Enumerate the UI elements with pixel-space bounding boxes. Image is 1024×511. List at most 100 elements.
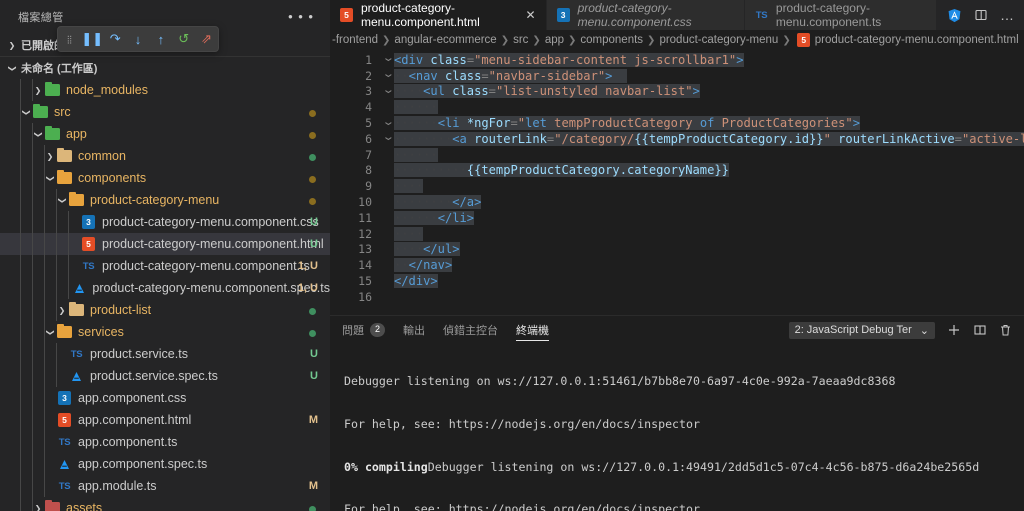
- chevron-down-icon[interactable]: [20, 107, 32, 117]
- indent-guide: [20, 453, 21, 475]
- kill-terminal-icon[interactable]: [999, 323, 1012, 337]
- breadcrumb-item[interactable]: product-category-menu: [659, 34, 778, 46]
- folder-orange-icon: [56, 172, 73, 184]
- more-actions-icon[interactable]: …: [1000, 11, 1014, 19]
- new-terminal-icon[interactable]: [947, 323, 961, 337]
- tree-item[interactable]: 3app.component.css: [0, 387, 330, 409]
- tree-item[interactable]: TSproduct-category-menu.component.ts1, U: [0, 255, 330, 277]
- tree-item[interactable]: 3product-category-menu.component.cssU: [0, 211, 330, 233]
- tree-item-label: product-category-menu.component.ts: [102, 259, 310, 273]
- indent-guide: [32, 167, 33, 189]
- step-into-icon[interactable]: ↓: [127, 27, 150, 51]
- status-dot: [309, 108, 316, 120]
- restart-icon[interactable]: ↺: [172, 27, 195, 51]
- tree-item[interactable]: assets: [0, 497, 330, 511]
- breadcrumb-label: app: [545, 34, 564, 46]
- disconnect-icon[interactable]: ⇗: [195, 27, 218, 51]
- editor-tab-bar[interactable]: 5product-category-menu.component.html✕3p…: [330, 0, 1024, 30]
- tree-item[interactable]: product-category-menu.component.spec.ts1…: [0, 277, 330, 299]
- breadcrumb-item[interactable]: components: [580, 34, 643, 46]
- breadcrumb-item[interactable]: -frontend: [332, 34, 378, 46]
- chevron-right-icon[interactable]: [32, 503, 44, 511]
- split-terminal-icon[interactable]: [973, 323, 987, 337]
- file-tree[interactable]: node_modulessrcappcommoncomponentsproduc…: [0, 79, 330, 511]
- indent-guide: [32, 255, 33, 277]
- tree-item[interactable]: TSapp.module.tsM: [0, 475, 330, 497]
- status-dot: [309, 328, 316, 340]
- step-over-icon[interactable]: ↷: [104, 27, 127, 51]
- tree-item[interactable]: common: [0, 145, 330, 167]
- step-out-icon[interactable]: ↑: [149, 27, 172, 51]
- tree-item-label: app.module.ts: [78, 479, 157, 493]
- fold-icon[interactable]: [382, 87, 394, 96]
- tree-item[interactable]: 5app.component.htmlM: [0, 409, 330, 431]
- indent-guide: [32, 387, 33, 409]
- fold-icon[interactable]: [382, 134, 394, 143]
- tree-item[interactable]: node_modules: [0, 79, 330, 101]
- tree-item[interactable]: components: [0, 167, 330, 189]
- ellipsis-icon[interactable]: • • •: [288, 13, 322, 21]
- code-line: 11······</li>: [330, 210, 1024, 226]
- breadcrumb-item[interactable]: src: [513, 34, 528, 46]
- tree-item-label: common: [78, 149, 126, 163]
- fold-icon[interactable]: [382, 55, 394, 64]
- editor-tab-active[interactable]: 5product-category-menu.component.html✕: [330, 0, 547, 30]
- tree-item[interactable]: src: [0, 101, 330, 123]
- breadcrumb[interactable]: -frontend❯angular-ecommerce❯src❯app❯comp…: [330, 30, 1024, 50]
- chevron-down-icon[interactable]: [32, 129, 44, 139]
- editor-tab[interactable]: 3product-category-menu.component.css: [547, 0, 746, 30]
- indent-guide: [44, 145, 45, 167]
- panel-tab[interactable]: 終端機: [516, 316, 549, 344]
- terminal-line: 0% compilingDebugger listening on ws://1…: [344, 460, 1024, 474]
- chevron-down-icon[interactable]: [56, 195, 68, 205]
- indent-guide: [20, 101, 21, 123]
- tree-item-label: services: [78, 325, 124, 339]
- code-line: 6········<a routerLink="/category/{{temp…: [330, 131, 1024, 147]
- chevron-right-icon[interactable]: [32, 85, 44, 95]
- chevron-right-icon[interactable]: [56, 305, 68, 315]
- debug-toolbar[interactable]: ⣿❚❚↷↓↑↺⇗: [57, 26, 219, 52]
- line-number: 4: [330, 100, 382, 114]
- tree-item[interactable]: app: [0, 123, 330, 145]
- angular-icon[interactable]: [947, 8, 962, 23]
- fold-icon[interactable]: [382, 71, 394, 80]
- spec-file-icon: [56, 458, 73, 471]
- editor-tab[interactable]: TSproduct-category-menu.component.ts: [745, 0, 937, 30]
- folder-icon: [56, 150, 73, 162]
- panel-tab[interactable]: 偵錯主控台: [443, 316, 498, 344]
- workspace-section[interactable]: 未命名 (工作區): [0, 57, 330, 79]
- breadcrumb-item[interactable]: angular-ecommerce: [394, 34, 496, 46]
- panel-tab[interactable]: 輸出: [403, 316, 425, 344]
- split-editor-icon[interactable]: [974, 8, 988, 22]
- indent-guide: [32, 475, 33, 497]
- panel-tab[interactable]: 問題2: [342, 316, 385, 344]
- code-editor[interactable]: 1<div class="menu-sidebar-content js-scr…: [330, 50, 1024, 315]
- tree-item-label: app.component.css: [78, 391, 186, 405]
- typescript-file-icon: TS: [68, 349, 85, 360]
- drag-handle-icon[interactable]: ⣿: [58, 27, 81, 51]
- tree-item[interactable]: TSproduct.service.tsU: [0, 343, 330, 365]
- tree-item[interactable]: services: [0, 321, 330, 343]
- tree-item[interactable]: TSapp.component.ts: [0, 431, 330, 453]
- chevron-down-icon[interactable]: [44, 173, 56, 183]
- status-dot: [309, 130, 316, 142]
- breadcrumb-item[interactable]: 5product-category-menu.component.html: [795, 33, 1019, 47]
- chevron-down-icon[interactable]: [44, 327, 56, 337]
- breadcrumb-item[interactable]: app: [545, 34, 564, 46]
- close-icon[interactable]: ✕: [526, 8, 536, 22]
- indent-guide: [32, 409, 33, 431]
- chevron-right-icon[interactable]: [44, 151, 56, 161]
- fold-icon[interactable]: [382, 119, 394, 128]
- code-line: 1<div class="menu-sidebar-content js-scr…: [330, 52, 1024, 68]
- folder-green-icon: [44, 84, 61, 96]
- tree-item[interactable]: product.service.spec.tsU: [0, 365, 330, 387]
- code-line: 15</div>: [330, 273, 1024, 289]
- tree-item[interactable]: product-list: [0, 299, 330, 321]
- terminal-selector[interactable]: 2: JavaScript Debug Ter ⌄: [789, 322, 935, 339]
- indent-guide: [32, 299, 33, 321]
- terminal-output[interactable]: Debugger listening on ws://127.0.0.1:514…: [330, 344, 1024, 511]
- tree-item[interactable]: app.component.spec.ts: [0, 453, 330, 475]
- pause-icon[interactable]: ❚❚: [81, 27, 104, 51]
- tree-item[interactable]: product-category-menu: [0, 189, 330, 211]
- tree-item-selected[interactable]: 5product-category-menu.component.htmlU: [0, 233, 330, 255]
